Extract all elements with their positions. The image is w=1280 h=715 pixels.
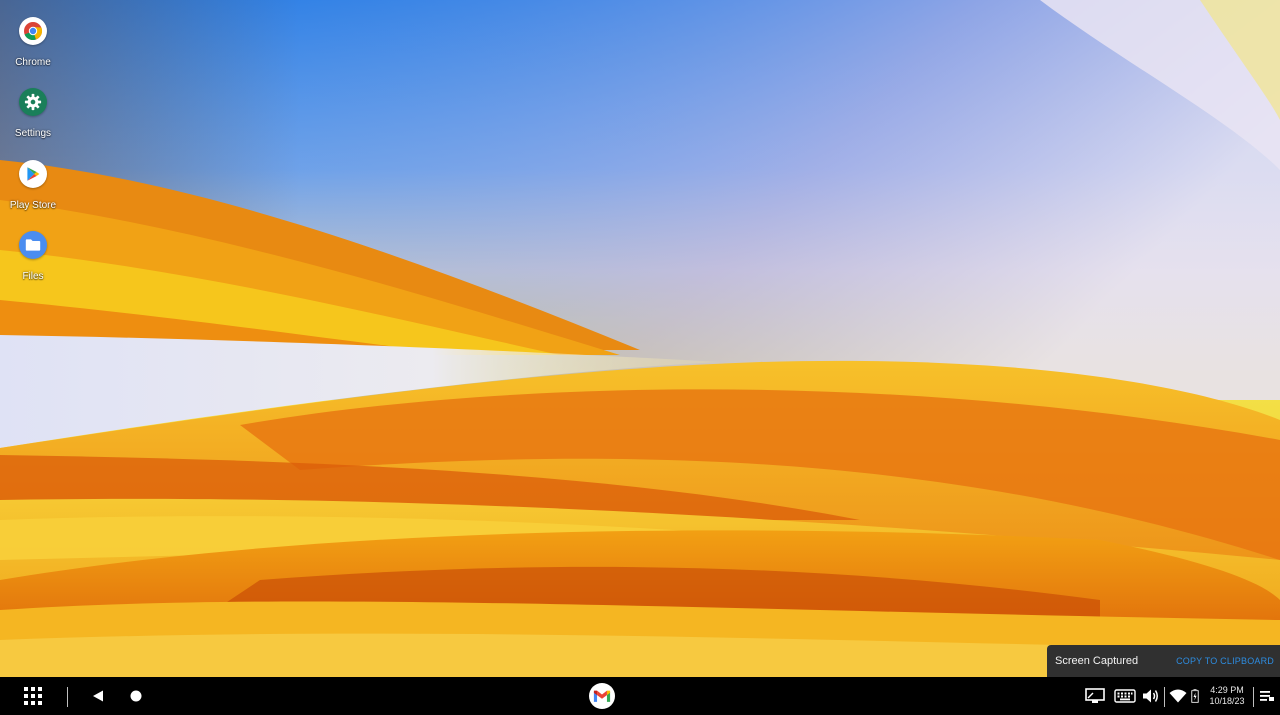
desktop-icon-label: Settings — [14, 128, 52, 139]
keyboard-button[interactable] — [1113, 677, 1137, 715]
wifi-button[interactable] — [1168, 677, 1188, 715]
desktop-icon-chrome[interactable]: Chrome — [0, 17, 66, 68]
desktop-icon-label: Files — [22, 271, 44, 282]
battery-indicator[interactable] — [1189, 677, 1201, 715]
tray-divider — [1164, 687, 1165, 707]
desktop-screen: Chrome Settings Play Store Files Screen … — [0, 0, 1280, 715]
back-triangle-icon — [93, 690, 103, 702]
wallpaper — [0, 0, 1280, 677]
notifications-button[interactable] — [1258, 677, 1276, 715]
home-circle-icon — [130, 690, 142, 702]
taskbar-divider — [67, 687, 68, 707]
copy-to-clipboard-button[interactable]: COPY TO CLIPBOARD — [1176, 656, 1274, 666]
screen-cast-button[interactable] — [1084, 677, 1106, 715]
screen-cast-icon — [1085, 688, 1105, 703]
desktop-icon-files[interactable]: Files — [0, 231, 66, 282]
clock-divider — [1253, 687, 1254, 707]
clock-date: 10/18/23 — [1209, 696, 1245, 706]
clock[interactable]: 4:29 PM 10/18/23 — [1204, 677, 1250, 715]
gmail-app-button[interactable] — [588, 677, 616, 715]
app-grid-icon — [24, 687, 42, 705]
app-launcher-button[interactable] — [18, 677, 48, 715]
home-button[interactable] — [124, 677, 148, 715]
volume-icon — [1143, 689, 1158, 703]
play-store-icon — [19, 160, 47, 188]
desktop-icon-play-store[interactable]: Play Store — [0, 160, 66, 211]
screen-captured-toast: Screen Captured COPY TO CLIPBOARD — [1047, 645, 1280, 677]
clock-time: 4:29 PM — [1210, 685, 1244, 695]
folder-icon — [19, 231, 47, 259]
notifications-icon — [1260, 691, 1274, 701]
keyboard-icon — [1114, 689, 1136, 703]
taskbar — [0, 677, 1280, 715]
battery-icon — [1191, 689, 1199, 703]
toast-message: Screen Captured — [1055, 655, 1139, 667]
desktop-icon-label: Play Store — [9, 200, 57, 211]
chrome-icon — [19, 17, 47, 45]
back-button[interactable] — [86, 677, 110, 715]
volume-button[interactable] — [1141, 677, 1161, 715]
desktop-icon-settings[interactable]: Settings — [0, 88, 66, 139]
settings-gear-icon — [19, 88, 47, 116]
desktop-icon-label: Chrome — [15, 57, 51, 68]
gmail-icon — [589, 683, 615, 709]
wifi-icon — [1169, 689, 1187, 703]
